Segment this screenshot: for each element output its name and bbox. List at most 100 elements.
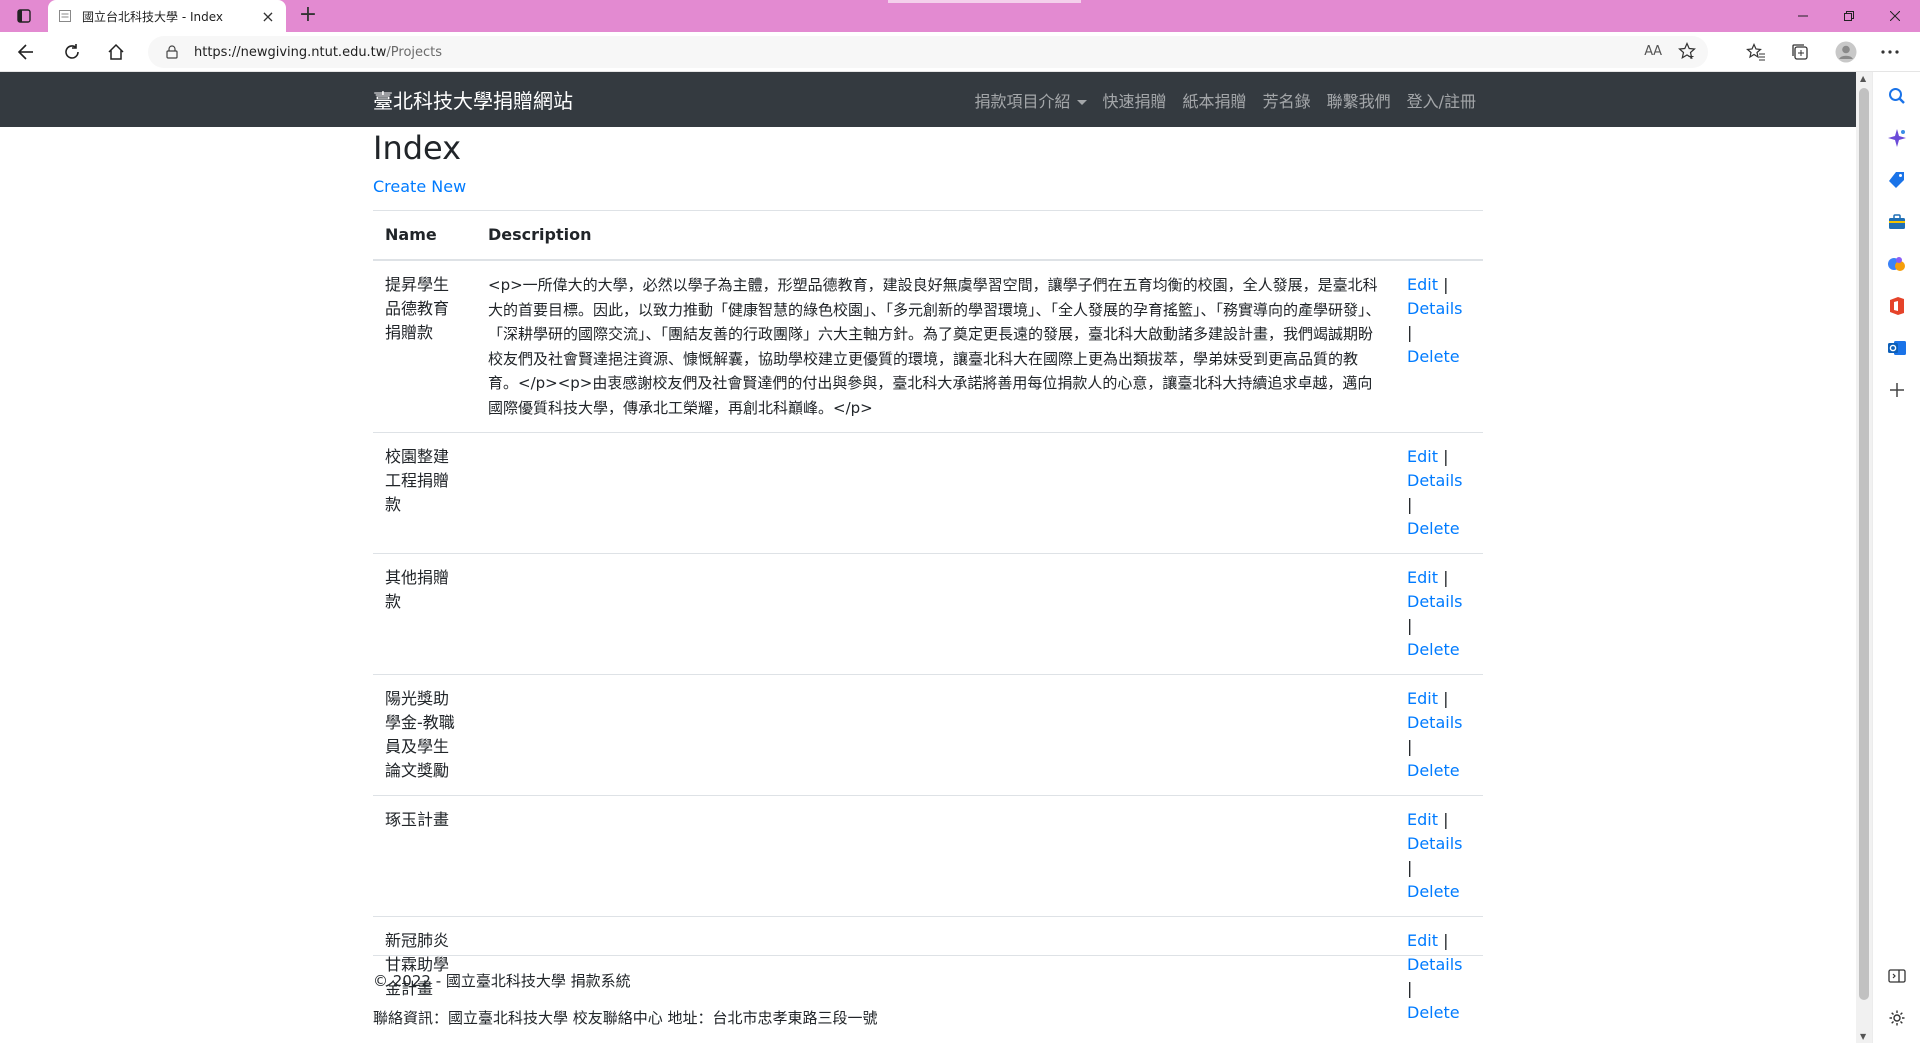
separator: | — [1443, 447, 1449, 466]
edit-link[interactable]: Edit — [1407, 568, 1438, 587]
row-actions: Edit | Details | Delete — [1395, 432, 1483, 554]
row-actions: Edit | Details | Delete — [1395, 674, 1483, 796]
profile-button[interactable] — [1830, 38, 1862, 66]
scrollbar-thumb[interactable] — [1859, 88, 1869, 1000]
restore-button[interactable] — [1826, 0, 1872, 32]
scroll-up-icon[interactable]: ▲ — [1860, 74, 1866, 83]
sidebar-settings-gear-icon[interactable] — [1885, 1006, 1909, 1030]
sidebar-add-icon[interactable] — [1885, 378, 1909, 402]
project-name: 其他捐贈款 — [373, 553, 476, 675]
row-actions: Edit | Details | Delete — [1395, 553, 1483, 675]
page-footer: © 2022 - 國立臺北科技大學 捐款系統 聯絡資訊：國立臺北科技大學 校友聯… — [373, 955, 1483, 1043]
separator: | — [1407, 495, 1413, 514]
project-description — [476, 553, 1395, 675]
table-row: 校園整建工程捐贈款 Edit | Details | Delete — [373, 432, 1483, 554]
tab-close-icon[interactable]: × — [260, 7, 276, 26]
delete-link[interactable]: Delete — [1407, 347, 1460, 366]
url-host: https://newgiving.ntut.edu.tw — [194, 44, 387, 60]
project-name: 琢玉計畫 — [373, 795, 476, 917]
back-arrow-icon — [17, 44, 33, 60]
sidebar-split-screen-icon[interactable] — [1885, 964, 1909, 988]
scroll-down-icon[interactable]: ▼ — [1860, 1032, 1866, 1041]
table-row: 其他捐贈款 Edit | Details | Delete — [373, 553, 1483, 675]
nav-quick-donate[interactable]: 快速捐贈 — [1103, 88, 1167, 112]
minimize-button[interactable] — [1780, 0, 1826, 32]
table-header-row: Name Description — [373, 210, 1483, 261]
project-description — [476, 432, 1395, 554]
details-link[interactable]: Details — [1407, 299, 1462, 318]
collections-icon — [1792, 44, 1808, 60]
details-link[interactable]: Details — [1407, 471, 1462, 490]
url-path: /Projects — [386, 44, 443, 60]
edit-link[interactable]: Edit — [1407, 275, 1438, 294]
nav-paper-donate[interactable]: 紙本捐贈 — [1183, 88, 1247, 112]
project-description — [476, 674, 1395, 796]
page-title: Index — [373, 129, 462, 167]
page-viewport: 臺北科技大學捐贈網站 捐款項目介紹 快速捐贈 紙本捐贈 芳名錄 聯繫我們 登入/… — [0, 72, 1856, 1043]
favorites-button[interactable] — [1740, 38, 1772, 66]
sidebar-shopping-icon[interactable] — [1885, 168, 1909, 192]
sidebar-search-icon[interactable] — [1885, 84, 1909, 108]
sidebar-games-icon[interactable] — [1885, 252, 1909, 276]
table-row: 琢玉計畫 Edit | Details | Delete — [373, 795, 1483, 917]
read-aloud-icon[interactable]: AΑ — [1644, 44, 1662, 59]
more-icon — [1881, 50, 1899, 54]
edit-link[interactable]: Edit — [1407, 447, 1438, 466]
column-header-actions — [1395, 210, 1483, 261]
delete-link[interactable]: Delete — [1407, 640, 1460, 659]
separator: | — [1443, 275, 1449, 294]
tab-actions-icon[interactable] — [12, 6, 36, 26]
site-brand[interactable]: 臺北科技大學捐贈網站 — [373, 85, 573, 114]
collections-button[interactable] — [1784, 38, 1816, 66]
nav-donation-projects-dropdown[interactable]: 捐款項目介紹 — [975, 88, 1087, 112]
separator: | — [1407, 737, 1413, 756]
browser-tab-active[interactable]: 國立台北科技大學 - Index × — [48, 0, 286, 32]
edit-link[interactable]: Edit — [1407, 689, 1438, 708]
nav-donor-list[interactable]: 芳名錄 — [1263, 88, 1311, 112]
delete-link[interactable]: Delete — [1407, 761, 1460, 780]
favorites-icon — [1746, 43, 1765, 61]
site-navbar: 臺北科技大學捐贈網站 捐款項目介紹 快速捐贈 紙本捐贈 芳名錄 聯繫我們 登入/… — [0, 72, 1856, 127]
footer-copyright: © 2022 - 國立臺北科技大學 捐款系統 — [373, 972, 631, 990]
edit-link[interactable]: Edit — [1407, 931, 1438, 950]
tab-title: 國立台北科技大學 - Index — [82, 9, 223, 24]
settings-more-button[interactable] — [1874, 38, 1906, 66]
project-description — [476, 795, 1395, 917]
details-link[interactable]: Details — [1407, 834, 1462, 853]
sidebar-outlook-icon[interactable] — [1885, 336, 1909, 360]
page-favicon-icon — [58, 9, 72, 23]
new-tab-button[interactable]: + — [296, 4, 320, 28]
browser-tab-bar: 國立台北科技大學 - Index × + — [0, 0, 1920, 32]
caret-down-icon — [1076, 99, 1087, 105]
refresh-button[interactable] — [56, 38, 88, 66]
address-bar[interactable]: https://newgiving.ntut.edu.tw/Projects A… — [148, 36, 1708, 68]
delete-link[interactable]: Delete — [1407, 882, 1460, 901]
sidebar-tools-icon[interactable] — [1885, 210, 1909, 234]
home-button[interactable] — [100, 38, 132, 66]
url-text[interactable]: https://newgiving.ntut.edu.tw/Projects — [194, 45, 442, 60]
separator: | — [1443, 568, 1449, 587]
refresh-icon — [65, 44, 79, 59]
page-scrollbar[interactable]: ▲ ▼ — [1856, 72, 1872, 1043]
sidebar-office-icon[interactable] — [1885, 294, 1909, 318]
row-actions: Edit | Details | Delete — [1395, 259, 1483, 433]
table-row: 陽光獎助學金-教職員及學生論文獎勵 Edit | Details | Delet… — [373, 674, 1483, 796]
sidebar-copilot-icon[interactable] — [1885, 126, 1909, 150]
separator: | — [1407, 616, 1413, 635]
project-name: 校園整建工程捐贈款 — [373, 432, 476, 554]
row-actions: Edit | Details | Delete — [1395, 795, 1483, 917]
create-new-link[interactable]: Create New — [373, 177, 1483, 196]
edit-link[interactable]: Edit — [1407, 810, 1438, 829]
details-link[interactable]: Details — [1407, 713, 1462, 732]
add-favorite-icon[interactable] — [1678, 42, 1696, 64]
delete-link[interactable]: Delete — [1407, 519, 1460, 538]
separator: | — [1443, 931, 1449, 950]
nav-contact-us[interactable]: 聯繫我們 — [1327, 88, 1391, 112]
back-button[interactable] — [10, 38, 42, 66]
close-window-button[interactable] — [1872, 0, 1918, 32]
nav-login-register[interactable]: 登入/註冊 — [1407, 88, 1476, 112]
window-drag-region[interactable] — [888, 0, 1081, 3]
details-link[interactable]: Details — [1407, 592, 1462, 611]
lock-icon[interactable] — [166, 44, 182, 60]
nav-donation-projects-label: 捐款項目介紹 — [974, 91, 1071, 111]
